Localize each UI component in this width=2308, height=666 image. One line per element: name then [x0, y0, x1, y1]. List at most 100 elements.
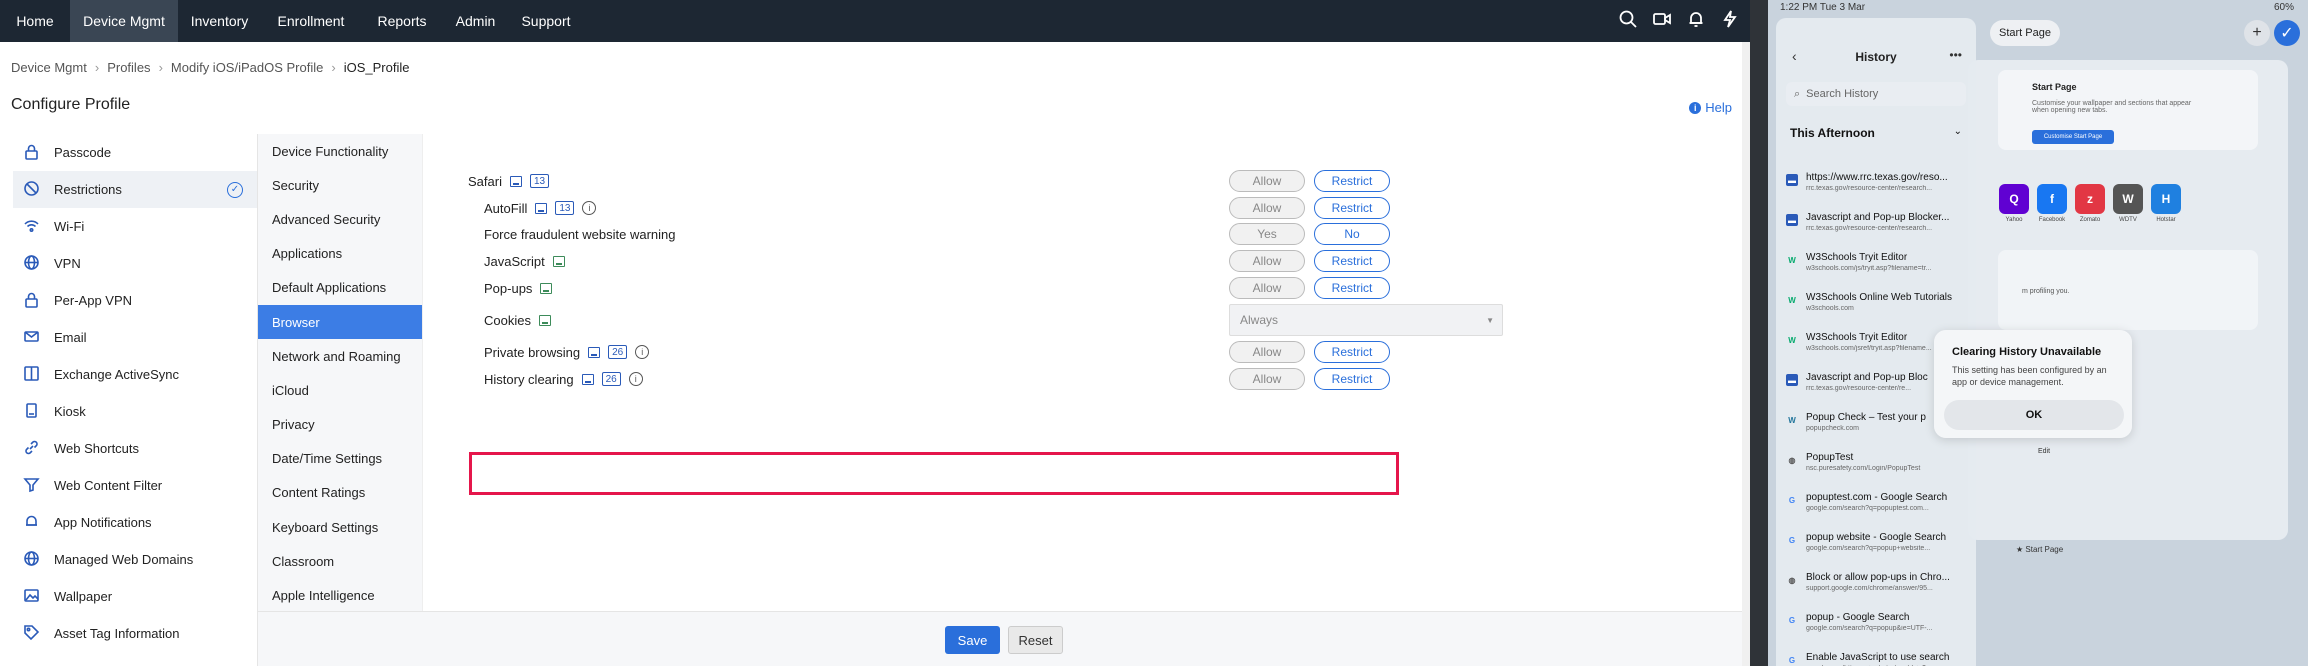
payload-item-kiosk[interactable]: Kiosk [13, 393, 257, 430]
history-item[interactable]: ◍ PopupTest nsc.puresafety.com/Login/Popup… [1786, 448, 1968, 488]
favourite-hotstar[interactable]: H Hotstar [2150, 184, 2182, 223]
favourite-facebook[interactable]: f Facebook [2036, 184, 2068, 223]
history-item[interactable]: Gpopup website - Google Search google.com… [1786, 528, 1968, 568]
setting-label-group: JavaScript [484, 254, 565, 269]
chevron-down-icon: ▼ [1486, 315, 1494, 325]
info-icon[interactable]: i [628, 372, 643, 386]
restrict-button[interactable]: Restrict [1314, 341, 1390, 363]
subcategory-content-ratings[interactable]: Content Ratings [258, 476, 422, 510]
start-page-button[interactable]: Start Page [1990, 20, 2060, 46]
edit-label[interactable]: Edit [2038, 448, 2050, 455]
reset-button[interactable]: Reset [1008, 626, 1063, 654]
payload-item-label: Email [54, 330, 87, 345]
allow-button[interactable]: Allow [1229, 341, 1305, 363]
restrict-button[interactable]: Restrict [1314, 277, 1390, 299]
toggle-group: Yes No [1229, 223, 1399, 245]
setting-row-force-fraudulent-website-warning: Force fraudulent website warning Yes No [423, 219, 1742, 249]
payload-item-app-notifications[interactable]: App Notifications [13, 504, 257, 541]
payload-item-email[interactable]: Email [13, 319, 257, 356]
favourite-tile-icon: f [2037, 184, 2067, 214]
subcategory-keyboard-settings[interactable]: Keyboard Settings [258, 510, 422, 544]
nav-item-inventory[interactable]: Inventory [178, 0, 261, 42]
payload-item-asset-tag-information[interactable]: Asset Tag Information [13, 615, 257, 652]
cookies-select[interactable]: Always ▼ [1229, 304, 1503, 336]
allow-button[interactable]: Allow [1229, 277, 1305, 299]
subcategory-privacy[interactable]: Privacy [258, 408, 422, 442]
payload-item-passcode[interactable]: Passcode [13, 134, 257, 171]
subcategory-default-applications[interactable]: Default Applications [258, 271, 422, 305]
nav-item-device-mgmt[interactable]: Device Mgmt [70, 0, 178, 42]
payload-item-web-shortcuts[interactable]: Web Shortcuts [13, 430, 257, 467]
info-icon[interactable]: i [582, 201, 597, 215]
history-item[interactable]: Gpopuptest.com - Google Search google.com… [1786, 488, 1968, 528]
allow-button[interactable]: Allow [1229, 250, 1305, 272]
payload-item-wallpaper[interactable]: Wallpaper [13, 578, 257, 615]
history-item[interactable]: W W3Schools Online Web Tutorials w3schools… [1786, 288, 1968, 328]
help-link[interactable]: i Help [1689, 100, 1732, 115]
subcategory-icloud[interactable]: iCloud [258, 373, 422, 407]
restrict-button[interactable]: Restrict [1314, 170, 1390, 192]
os-version-badge: 26 [601, 372, 621, 386]
customise-start-button[interactable]: Customise Start Page [2032, 130, 2114, 144]
yes-button[interactable]: Yes [1229, 223, 1305, 245]
no-button[interactable]: No [1314, 223, 1390, 245]
alert-ok-button[interactable]: OK [1944, 400, 2124, 430]
history-search-input[interactable]: ⌕ Search History [1786, 82, 1966, 106]
bell-icon[interactable] [1686, 9, 1706, 34]
history-item[interactable]: ◍ Block or allow pop-ups in Chro... suppor… [1786, 568, 1968, 608]
allow-button[interactable]: Allow [1229, 197, 1305, 219]
subcategory-date-time-settings[interactable]: Date/Time Settings [258, 442, 422, 476]
subcategory-network-and-roaming[interactable]: Network and Roaming [258, 339, 422, 373]
payload-item-managed-web-domains[interactable]: Managed Web Domains [13, 541, 257, 578]
nav-item-support[interactable]: Support [508, 0, 584, 42]
subcategory-advanced-security[interactable]: Advanced Security [258, 202, 422, 236]
done-check-icon[interactable]: ✓ [2274, 20, 2300, 46]
subcategory-device-functionality[interactable]: Device Functionality [258, 134, 422, 168]
payload-item-wi-fi[interactable]: Wi-Fi [13, 208, 257, 245]
lightning-icon[interactable] [1720, 9, 1740, 34]
favourite-yahoo[interactable]: Q Yahoo [1998, 184, 2030, 223]
subcategory-security[interactable]: Security [258, 168, 422, 202]
nav-item-enrollment[interactable]: Enrollment [261, 0, 361, 42]
section-header[interactable]: This Afternoon [1790, 126, 1875, 140]
allow-button[interactable]: Allow [1229, 170, 1305, 192]
nav-item-reports[interactable]: Reports [361, 0, 443, 42]
favourite-wdtv[interactable]: W WDTV [2112, 184, 2144, 223]
history-item[interactable]: ▬ Javascript and Pop-up Blocker... rrc.tex… [1786, 208, 1968, 248]
breadcrumb-profiles[interactable]: Profiles [107, 60, 150, 75]
subcategory-applications[interactable]: Applications [258, 237, 422, 271]
allow-button[interactable]: Allow [1229, 368, 1305, 390]
new-tab-icon[interactable]: + [2244, 20, 2270, 46]
subcategory-browser[interactable]: Browser [258, 304, 422, 340]
favourite-zomato[interactable]: z Zomato [2074, 184, 2106, 223]
toggle-group: Allow Restrict [1229, 277, 1399, 299]
subcategory-apple-intelligence[interactable]: Apple Intelligence [258, 578, 422, 612]
payload-item-exchange-activesync[interactable]: Exchange ActiveSync [13, 356, 257, 393]
restrict-button[interactable]: Restrict [1314, 368, 1390, 390]
subcategory-classroom[interactable]: Classroom [258, 544, 422, 578]
nav-item-admin[interactable]: Admin [443, 0, 508, 42]
save-button[interactable]: Save [945, 626, 1000, 654]
more-icon[interactable]: ••• [1949, 48, 1962, 62]
chevron-down-icon[interactable]: ⌄ [1954, 126, 1962, 137]
restrict-button[interactable]: Restrict [1314, 197, 1390, 219]
payload-item-vpn[interactable]: VPN [13, 245, 257, 282]
payload-item-web-content-filter[interactable]: Web Content Filter [13, 467, 257, 504]
w3-favicon-icon: W [1788, 255, 1796, 265]
restrict-button[interactable]: Restrict [1314, 250, 1390, 272]
info-icon[interactable]: i [635, 345, 650, 359]
history-item[interactable]: Gpopup - Google Search google.com/search?… [1786, 608, 1968, 648]
breadcrumb-modify-profile[interactable]: Modify iOS/iPadOS Profile [171, 60, 323, 75]
scrollbar[interactable] [1742, 42, 1750, 666]
setting-label-group: Private browsing 26 i [484, 345, 650, 360]
device-support-icon [538, 314, 551, 326]
payload-item-per-app-vpn[interactable]: Per-App VPN [13, 282, 257, 319]
history-item[interactable]: G Enable JavaScript to use searchgoogle.c… [1786, 648, 1968, 666]
nav-item-home[interactable]: Home [0, 0, 70, 42]
history-item[interactable]: ▬ https://www.rrc.texas.gov/reso... rrc.te… [1786, 168, 1968, 208]
search-icon[interactable] [1618, 9, 1638, 34]
video-icon[interactable] [1652, 9, 1672, 34]
history-item[interactable]: W W3Schools Tryit Editor w3schools.com/js/… [1786, 248, 1968, 288]
payload-item-restrictions[interactable]: Restrictions ✓ [13, 171, 257, 208]
breadcrumb-device-mgmt[interactable]: Device Mgmt [11, 60, 87, 75]
